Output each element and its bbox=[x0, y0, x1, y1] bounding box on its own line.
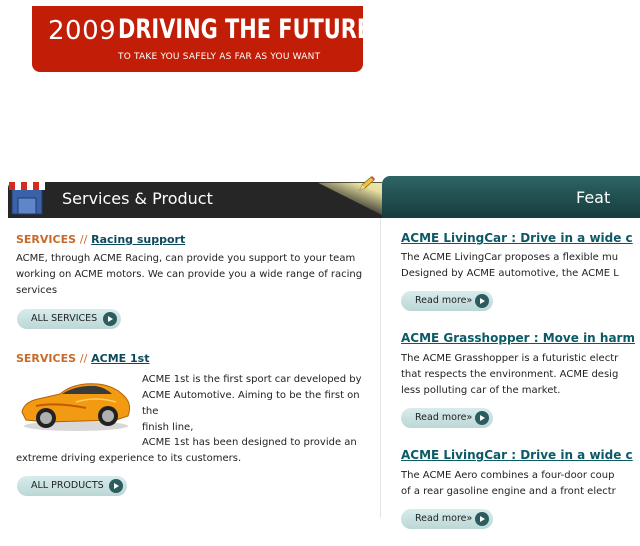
acme-1st-link[interactable]: ACME 1st bbox=[91, 352, 149, 365]
feature-aero-link[interactable]: ACME LivingCar : Drive in a wide c bbox=[401, 448, 633, 462]
text-line: ACME 1st is the first sport car develope… bbox=[142, 374, 362, 385]
features-header: Feat bbox=[382, 176, 640, 218]
pencil-icon bbox=[359, 176, 375, 191]
arrow-right-icon bbox=[475, 512, 489, 526]
acme-1st-description-more: ACME 1st has been designed to provide an… bbox=[16, 435, 376, 467]
arrow-right-icon bbox=[109, 479, 123, 493]
banner-year: 2009 bbox=[48, 16, 117, 46]
acme-1st-description: ACME 1st is the first sport car develope… bbox=[142, 372, 378, 436]
text-line: Designed by ACME automotive, the ACME L bbox=[401, 268, 619, 279]
banner-tagline: TO TAKE YOU SAFELY AS FAR AS YOU WANT bbox=[118, 52, 321, 62]
column-divider bbox=[380, 218, 381, 518]
read-more-button[interactable]: Read more» bbox=[401, 291, 493, 311]
read-more-label: Read more» bbox=[415, 295, 473, 306]
text-line: ACME 1st has been designed to provide an bbox=[142, 437, 357, 448]
read-more-button[interactable]: Read more» bbox=[401, 408, 493, 428]
text-line: The ACME Grasshopper is a futuristic ele… bbox=[401, 353, 619, 364]
top-banner: 2009 DRIVING THE FUTURE TO TAKE YOU SAFE… bbox=[32, 6, 371, 72]
text-line: ACME Automotive. Aiming to be the first … bbox=[142, 390, 360, 417]
feature-grasshopper-link[interactable]: ACME Grasshopper : Move in harm bbox=[401, 331, 635, 345]
services-header: Services & Product bbox=[8, 182, 388, 218]
banner-headline: DRIVING THE FUTURE bbox=[118, 14, 372, 45]
read-more-button[interactable]: Read more» bbox=[401, 509, 493, 529]
services-section-title: SERVICES // Racing support bbox=[16, 233, 185, 246]
text-line: extreme driving experience to its custom… bbox=[16, 453, 242, 464]
feature-livingcar-link[interactable]: ACME LivingCar : Drive in a wide c bbox=[401, 231, 633, 245]
all-services-button[interactable]: ALL SERVICES bbox=[17, 309, 121, 329]
read-more-label: Read more» bbox=[415, 412, 473, 423]
all-products-button[interactable]: ALL PRODUCTS bbox=[17, 476, 127, 496]
racing-support-description: ACME, through ACME Racing, can provide y… bbox=[16, 251, 376, 299]
read-more-label: Read more» bbox=[415, 513, 473, 524]
feature-aero-description: The ACME Aero combines a four-door coup … bbox=[401, 468, 640, 500]
all-services-label: ALL SERVICES bbox=[31, 313, 98, 324]
features-header-title: Feat bbox=[576, 188, 611, 207]
text-line: that respects the environment. ACME desi… bbox=[401, 369, 619, 380]
section-category: SERVICES bbox=[16, 233, 77, 246]
all-products-label: ALL PRODUCTS bbox=[31, 480, 104, 491]
arrow-right-icon bbox=[475, 294, 489, 308]
section-separator: // bbox=[79, 233, 88, 246]
section-category: SERVICES bbox=[16, 352, 77, 365]
text-line: less polluting car of the market. bbox=[401, 385, 561, 396]
shop-icon bbox=[9, 182, 45, 215]
header-highlight bbox=[318, 182, 388, 218]
text-line: of a rear gasoline engine and a front el… bbox=[401, 486, 616, 497]
sport-car-image bbox=[21, 383, 131, 431]
text-line: ACME, through ACME Racing, can provide y… bbox=[16, 253, 356, 264]
arrow-right-icon bbox=[475, 411, 489, 425]
text-line: working on ACME motors. We can provide y… bbox=[16, 269, 363, 280]
section-separator: // bbox=[79, 352, 88, 365]
racing-support-link[interactable]: Racing support bbox=[91, 233, 185, 246]
feature-grasshopper-description: The ACME Grasshopper is a futuristic ele… bbox=[401, 351, 640, 399]
text-line: The ACME LivingCar proposes a flexible m… bbox=[401, 252, 619, 263]
services-header-title: Services & Product bbox=[62, 189, 213, 208]
feature-livingcar-description: The ACME LivingCar proposes a flexible m… bbox=[401, 250, 640, 282]
text-line: finish line, bbox=[142, 422, 194, 433]
text-line: The ACME Aero combines a four-door coup bbox=[401, 470, 615, 481]
arrow-right-icon bbox=[103, 312, 117, 326]
text-line: services bbox=[16, 285, 58, 296]
product-section-title: SERVICES // ACME 1st bbox=[16, 352, 149, 365]
